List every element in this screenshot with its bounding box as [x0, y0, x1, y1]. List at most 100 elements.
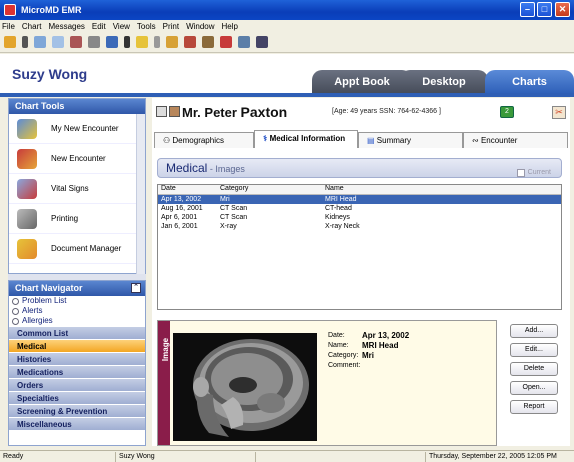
pin-icon[interactable]	[88, 36, 100, 48]
app-logo-icon	[4, 4, 16, 16]
toolbar	[0, 32, 574, 53]
table-icon[interactable]	[238, 36, 250, 48]
section-specialties[interactable]: Specialties	[9, 391, 145, 404]
menu-help[interactable]: Help	[222, 22, 238, 31]
tool-new-encounter[interactable]: New Encounter	[9, 144, 145, 174]
grid-icon[interactable]	[52, 36, 64, 48]
calendar-icon[interactable]	[34, 36, 46, 48]
table-row[interactable]: Apr 6, 2001 CT Scan Kidneys	[158, 213, 561, 222]
people-icon[interactable]	[70, 36, 82, 48]
tab-charts[interactable]: Charts	[485, 70, 574, 94]
column-header-name[interactable]: Name	[325, 185, 525, 194]
main-panel: Mr. Peter Paxton [Age: 49 years SSN: 764…	[152, 98, 570, 446]
person-icon[interactable]	[136, 36, 148, 48]
section-orders[interactable]: Orders	[9, 378, 145, 391]
tab-medical-information[interactable]: ⚕ Medical Information	[254, 130, 358, 148]
mri-scan-graphic	[173, 333, 317, 441]
section-subtitle: - Images	[207, 164, 245, 174]
menu-file[interactable]: File	[2, 22, 15, 31]
add-button[interactable]: Add...	[510, 324, 558, 338]
dropdown-arrow-icon[interactable]	[22, 36, 28, 48]
alert-count-badge[interactable]: 2	[500, 106, 514, 118]
field-category: Category: Mri	[328, 351, 374, 360]
menu-chart[interactable]: Chart	[22, 22, 42, 31]
tab-appt-book[interactable]: Appt Book	[312, 70, 412, 94]
back-arrow-icon[interactable]	[124, 36, 130, 48]
heart-icon[interactable]	[220, 36, 232, 48]
field-comment: Comment:	[328, 362, 361, 369]
current-checkbox[interactable]: Current	[516, 164, 551, 182]
tool-vital-signs[interactable]: Vital Signs	[9, 174, 145, 204]
tools-icon[interactable]: ✂	[552, 106, 566, 119]
nav-link-allergies[interactable]: Allergies	[9, 316, 145, 326]
table-row[interactable]: Jan 6, 2001 X-ray X-ray Neck	[158, 222, 561, 231]
table-row[interactable]: Aug 16, 2001 CT Scan CT-head	[158, 204, 561, 213]
radio-icon	[12, 297, 19, 305]
radio-icon	[12, 307, 19, 315]
pencil-icon[interactable]	[166, 36, 178, 48]
mail-icon[interactable]	[106, 36, 118, 48]
section-histories[interactable]: Histories	[9, 352, 145, 365]
tab-summary[interactable]: ▤ Summary	[358, 132, 463, 148]
section-miscellaneous[interactable]: Miscellaneous	[9, 417, 145, 430]
tool-my-new-encounter[interactable]: My New Encounter	[9, 114, 145, 144]
chart-tools-panel: Chart Tools My New Encounter New Encount…	[8, 98, 146, 274]
table-row[interactable]: Apr 13, 2002 Mri MRI Head	[158, 195, 561, 204]
collapse-icon[interactable]: ⌃	[131, 283, 141, 293]
tab-demographics[interactable]: ⚇ Demographics	[154, 132, 254, 148]
chart-navigator-title: Chart Navigator ⌃	[9, 281, 145, 296]
image-side-label: Image	[158, 321, 170, 445]
section-medications[interactable]: Medications	[9, 365, 145, 378]
list-header: Date Category Name	[158, 185, 561, 195]
tool-printing[interactable]: Printing	[9, 204, 145, 234]
title-bar: MicroMD EMR – □ ✕	[0, 0, 574, 20]
delete-button[interactable]: Delete	[510, 362, 558, 376]
images-list: Date Category Name Apr 13, 2002 Mri MRI …	[157, 184, 562, 310]
chart-tools-title: Chart Tools	[9, 99, 145, 114]
tool-document-manager[interactable]: Document Manager	[9, 234, 145, 264]
mri-image[interactable]	[173, 333, 317, 441]
patient-photo-icon[interactable]	[169, 106, 180, 117]
tab-encounter[interactable]: ∾ Encounter	[463, 132, 568, 148]
menu-messages[interactable]: Messages	[48, 22, 84, 31]
menu-bar: File Chart Messages Edit View Tools Prin…	[0, 20, 574, 32]
column-header-date[interactable]: Date	[158, 185, 220, 194]
close-button[interactable]: ✕	[555, 2, 570, 17]
maximize-button[interactable]: □	[537, 2, 552, 17]
section-header: Medical - Images Current	[157, 158, 562, 178]
menu-view[interactable]: View	[113, 22, 130, 31]
open-button[interactable]: Open...	[510, 381, 558, 395]
current-user-name: Suzy Wong	[12, 66, 88, 82]
edit-button[interactable]: Edit...	[510, 343, 558, 357]
section-screening-prevention[interactable]: Screening & Prevention	[9, 404, 145, 417]
folder-icon[interactable]	[4, 36, 16, 48]
nav-link-alerts[interactable]: Alerts	[9, 306, 145, 316]
menu-window[interactable]: Window	[186, 22, 214, 31]
main-nav: Appt Book Desktop Charts	[300, 70, 574, 94]
menu-edit[interactable]: Edit	[92, 22, 106, 31]
books-icon[interactable]	[184, 36, 196, 48]
text-format-icon[interactable]	[256, 36, 268, 48]
checkbox-icon	[516, 169, 525, 177]
action-buttons: Add... Edit... Delete Open... Report	[504, 324, 564, 419]
menu-print[interactable]: Print	[163, 22, 179, 31]
report-button[interactable]: Report	[510, 400, 558, 414]
nav-divider	[0, 93, 574, 97]
section-medical[interactable]: Medical	[9, 339, 145, 352]
chart-tools-scrollbar[interactable]	[136, 114, 145, 274]
status-text: Ready	[0, 451, 116, 462]
status-bar: Ready Suzy Wong Thursday, September 22, …	[0, 450, 574, 462]
section-common-list[interactable]: Common List	[9, 326, 145, 339]
forward-arrow-icon[interactable]	[154, 36, 160, 48]
menu-tools[interactable]: Tools	[137, 22, 156, 31]
minimize-button[interactable]: –	[520, 2, 535, 17]
column-header-category[interactable]: Category	[220, 185, 325, 194]
nav-link-problem-list[interactable]: Problem List	[9, 296, 145, 306]
chart-navigator-panel: Chart Navigator ⌃ Problem List Alerts Al…	[8, 280, 146, 446]
cart-icon[interactable]	[202, 36, 214, 48]
tab-desktop[interactable]: Desktop	[400, 70, 488, 94]
image-fields: Date: Apr 13, 2002 Name: MRI Head Catego…	[328, 331, 488, 371]
status-datetime: Thursday, September 22, 2005 12:05 PM	[429, 452, 557, 460]
field-date: Date: Apr 13, 2002	[328, 331, 410, 340]
chart-icon[interactable]	[156, 106, 167, 117]
